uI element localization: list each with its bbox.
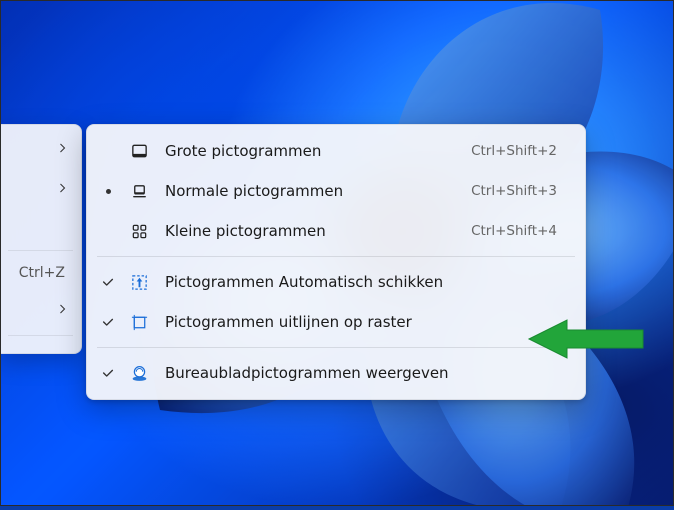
menu-item-align-to-grid[interactable]: Pictogrammen uitlijnen op raster — [91, 302, 581, 342]
radio-marker-selected — [97, 189, 119, 194]
view-submenu: Grote pictogrammen Ctrl+Shift+2 Normale … — [86, 124, 586, 400]
menu-item-small-icons[interactable]: Kleine pictogrammen Ctrl+Shift+4 — [91, 211, 581, 251]
chevron-right-icon — [57, 303, 69, 319]
menu-shortcut: Ctrl+Shift+3 — [471, 183, 557, 199]
chevron-right-icon — [57, 182, 69, 198]
menu-item-show-desktop-icons[interactable]: Bureaubladpictogrammen weergeven — [91, 353, 581, 393]
menu-item-auto-arrange[interactable]: Pictogrammen Automatisch schikken — [91, 262, 581, 302]
menu-separator — [97, 347, 575, 348]
large-icons-icon — [119, 142, 159, 161]
menu-label: Normale pictogrammen — [159, 182, 471, 200]
parent-item-undo[interactable]: Ctrl+Z — [0, 255, 81, 291]
parent-undo-shortcut: Ctrl+Z — [19, 265, 69, 281]
menu-label: Pictogrammen Automatisch schikken — [159, 273, 557, 291]
menu-shortcut: Ctrl+Shift+4 — [471, 223, 557, 239]
menu-label: Pictogrammen uitlijnen op raster — [159, 313, 557, 331]
align-grid-icon — [119, 313, 159, 332]
menu-label: Kleine pictogrammen — [159, 222, 471, 240]
menu-separator — [8, 335, 73, 336]
small-icons-icon — [119, 222, 159, 241]
menu-item-large-icons[interactable]: Grote pictogrammen Ctrl+Shift+2 — [91, 131, 581, 171]
parent-item-new[interactable] — [0, 291, 81, 331]
menu-item-medium-icons[interactable]: Normale pictogrammen Ctrl+Shift+3 — [91, 171, 581, 211]
menu-separator — [8, 250, 73, 251]
parent-item-refresh[interactable] — [0, 210, 81, 246]
chevron-right-icon — [57, 142, 69, 158]
check-marker — [97, 366, 119, 380]
check-marker — [97, 275, 119, 289]
parent-context-menu: Ctrl+Z — [0, 124, 82, 354]
parent-item-sort[interactable] — [0, 170, 81, 210]
menu-shortcut: Ctrl+Shift+2 — [471, 143, 557, 159]
desktop-icons-icon — [119, 364, 159, 383]
auto-arrange-icon — [119, 273, 159, 292]
parent-item-view[interactable] — [0, 130, 81, 170]
check-marker — [97, 315, 119, 329]
medium-icons-icon — [119, 182, 159, 201]
menu-label: Grote pictogrammen — [159, 142, 471, 160]
menu-label: Bureaubladpictogrammen weergeven — [159, 364, 557, 382]
menu-separator — [97, 256, 575, 257]
